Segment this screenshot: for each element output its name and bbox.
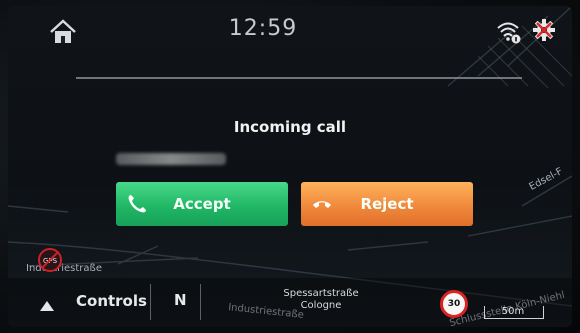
title-divider [76, 77, 522, 79]
separator [200, 284, 201, 320]
street-name: Spessartstraße [283, 288, 359, 299]
chevron-up-icon [40, 296, 54, 311]
wifi-icon[interactable] [496, 20, 522, 44]
incoming-call-title: Incoming call [233, 118, 347, 136]
controls-label: Controls [76, 292, 147, 310]
display-frame: Industriestraße Edsel-F Industriestraße … [8, 6, 572, 327]
speed-limit-sign: 30 [440, 290, 468, 318]
accept-button[interactable]: Accept [116, 182, 288, 226]
city-name: Cologne [300, 300, 342, 311]
map-scale-label: 50m [501, 306, 525, 317]
no-gps-icon: GPS [36, 247, 64, 273]
accept-label: Accept [173, 195, 231, 213]
reject-button[interactable]: Reject [301, 182, 473, 226]
head-unit-screen: Industriestraße Edsel-F Industriestraße … [0, 0, 580, 333]
caller-number-blurred [116, 153, 226, 165]
controls-button[interactable]: Controls [30, 285, 150, 317]
clock: 12:59 [228, 16, 298, 41]
home-icon[interactable] [48, 18, 78, 46]
separator [150, 284, 151, 320]
compass-heading[interactable]: N [174, 291, 187, 309]
status-bar: 12:59 [8, 6, 572, 58]
gear-icon[interactable] [532, 18, 556, 44]
current-street: Spessartstraße Cologne [256, 288, 386, 312]
bottom-bar: Controls N Spessartstraße Cologne 30 50m [8, 278, 572, 327]
reject-label: Reject [360, 195, 414, 213]
